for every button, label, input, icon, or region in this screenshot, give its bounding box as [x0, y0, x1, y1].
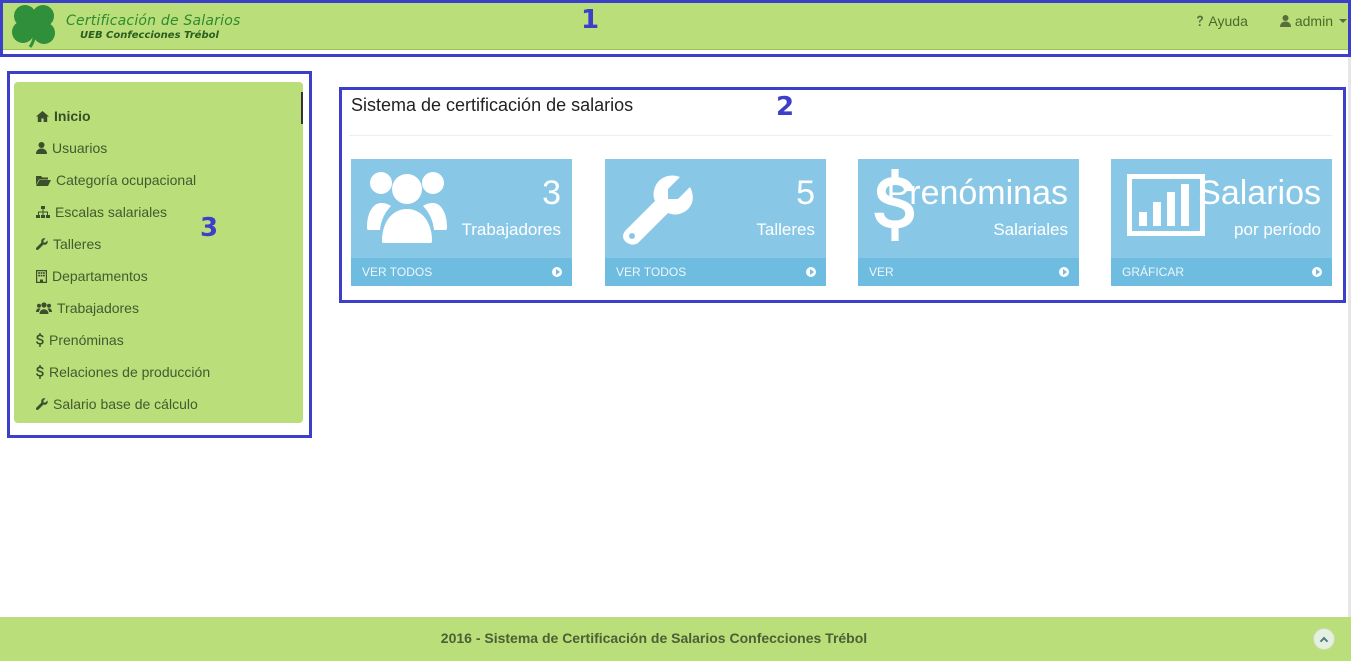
sidebar-item-prenominas[interactable]: Prenóminas: [36, 324, 210, 356]
chevron-up-icon: [1319, 636, 1329, 645]
card-talleres: 5 Talleres VER TODOS: [605, 159, 826, 286]
card-link-graficar[interactable]: GRÁFICAR: [1111, 258, 1332, 286]
home-icon: [36, 110, 49, 122]
brand[interactable]: Certificación de Salarios UEB Confeccion…: [6, 3, 246, 49]
sitemap-icon: [36, 206, 50, 218]
sidebar: Inicio Usuarios Categoría ocupacional Es…: [14, 82, 303, 423]
card-link-label: VER: [869, 265, 894, 279]
help-label: Ayuda: [1208, 13, 1248, 29]
sidebar-item-talleres[interactable]: Talleres: [36, 228, 210, 260]
card-label: por período: [1234, 220, 1321, 239]
dollar-icon: [36, 333, 44, 347]
sidebar-item-escalas[interactable]: Escalas salariales: [36, 196, 210, 228]
card-link-label: VER TODOS: [616, 265, 687, 279]
clover-icon: [12, 5, 55, 48]
users-icon: [367, 167, 447, 248]
chevron-down-icon: [1339, 19, 1347, 23]
scroll-to-top-button[interactable]: [1313, 628, 1335, 650]
sidebar-item-categoria[interactable]: Categoría ocupacional: [36, 164, 210, 196]
sidebar-item-trabajadores[interactable]: Trabajadores: [36, 292, 210, 324]
wrench-icon: [36, 238, 48, 250]
footer-text: 2016 - Sistema de Certificación de Salar…: [440, 630, 868, 646]
card-label: Trabajadores: [461, 220, 561, 239]
user-label: admin: [1294, 13, 1333, 29]
card-link-label: VER TODOS: [362, 265, 433, 279]
active-indicator: [301, 92, 303, 124]
card-trabajadores: 3 Trabajadores VER TODOS: [351, 159, 572, 286]
card-link-ver[interactable]: VER: [858, 258, 1079, 286]
sidebar-item-salario-base[interactable]: Salario base de cálculo: [36, 388, 210, 420]
sidebar-item-relaciones[interactable]: Relaciones de producción: [36, 356, 210, 388]
page-title: Sistema de certificación de salarios: [351, 95, 634, 115]
user-icon: [1279, 15, 1291, 27]
card-value: Salarios: [1198, 174, 1321, 212]
card-prenominas: Prenóminas Salariales VER: [858, 159, 1079, 286]
question-icon: [1197, 15, 1204, 26]
dollar-icon: [36, 365, 44, 379]
footer: 2016 - Sistema de Certificación de Salar…: [0, 617, 1351, 661]
title-divider: [349, 135, 1332, 136]
sidebar-item-label: Inicio: [54, 108, 91, 124]
card-value: 3: [542, 174, 561, 212]
card-link-ver-todos[interactable]: VER TODOS: [351, 258, 572, 286]
brand-title: Certificación de Salarios: [66, 13, 241, 29]
sidebar-item-usuarios[interactable]: Usuarios: [36, 132, 210, 164]
sidebar-item-label: Relaciones de producción: [49, 364, 211, 380]
sidebar-item-label: Usuarios: [52, 140, 108, 156]
card-salarios: Salarios por período GRÁFICAR: [1111, 159, 1332, 286]
bar-chart-icon: [1127, 174, 1205, 241]
sidebar-item-label: Prenóminas: [49, 332, 124, 348]
arrow-circle-right-icon: [1312, 267, 1322, 277]
wrench-icon: [36, 398, 48, 410]
sidebar-item-inicio[interactable]: Inicio: [36, 100, 210, 132]
annotation-number: 3: [200, 213, 219, 243]
top-navbar: Certificación de Salarios UEB Confeccion…: [0, 0, 1351, 50]
arrow-circle-right-icon: [806, 267, 816, 277]
annotation-number: 1: [581, 5, 600, 35]
sidebar-item-label: Categoría ocupacional: [56, 172, 197, 188]
card-link-ver-todos[interactable]: VER TODOS: [605, 258, 826, 286]
help-link[interactable]: Ayuda: [1196, 13, 1248, 29]
card-value: Prenóminas: [886, 174, 1068, 212]
user-icon: [36, 142, 47, 154]
brand-subtitle: UEB Confecciones Trébol: [80, 30, 219, 41]
folder-open-icon: [36, 175, 51, 186]
card-label: Salariales: [993, 220, 1068, 239]
sidebar-item-label: Talleres: [53, 236, 102, 252]
users-icon: [36, 302, 52, 314]
arrow-circle-right-icon: [1059, 267, 1069, 277]
card-label: Talleres: [756, 220, 815, 239]
sidebar-item-label: Salario base de cálculo: [53, 396, 198, 412]
sidebar-item-departamentos[interactable]: Departamentos: [36, 260, 210, 292]
arrow-circle-right-icon: [552, 267, 562, 277]
card-value: 5: [796, 174, 815, 212]
user-menu[interactable]: admin: [1279, 13, 1347, 29]
card-link-label: GRÁFICAR: [1122, 265, 1185, 279]
building-icon: [36, 269, 47, 283]
sidebar-item-label: Departamentos: [52, 268, 148, 284]
sidebar-item-label: Escalas salariales: [55, 204, 168, 220]
annotation-number: 2: [776, 92, 795, 122]
wrench-icon: [621, 167, 693, 250]
sidebar-item-label: Trabajadores: [57, 300, 139, 316]
sidebar-menu: Inicio Usuarios Categoría ocupacional Es…: [36, 100, 210, 420]
